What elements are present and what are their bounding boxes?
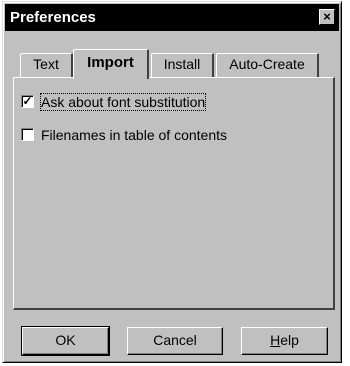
filenames-toc-label[interactable]: Filenames in table of contents <box>41 127 227 143</box>
preferences-dialog: Preferences × Text Import Install Auto-C… <box>2 1 342 363</box>
filenames-toc-checkbox[interactable] <box>21 128 34 141</box>
ok-button-label: OK <box>55 332 76 348</box>
tab-install[interactable]: Install <box>151 53 214 77</box>
close-icon: × <box>323 9 331 24</box>
close-button[interactable]: × <box>319 9 335 25</box>
help-button[interactable]: Help <box>241 327 328 355</box>
tab-import-label: Import <box>87 54 134 71</box>
title-bar[interactable]: Preferences × <box>5 4 339 31</box>
tab-import[interactable]: Import <box>73 49 149 79</box>
help-button-label: Help <box>270 332 299 348</box>
import-tab-panel <box>13 77 335 310</box>
font-substitution-label[interactable]: Ask about font substitution <box>39 93 207 111</box>
tab-auto-create[interactable]: Auto-Create <box>216 53 319 77</box>
checkmark-icon: ✓ <box>22 94 33 108</box>
ok-button[interactable]: OK <box>21 326 110 356</box>
window-title: Preferences <box>10 9 96 26</box>
tab-text-label: Text <box>33 56 59 72</box>
tab-install-label: Install <box>163 56 201 72</box>
tab-text[interactable]: Text <box>20 53 73 77</box>
cancel-button-label: Cancel <box>153 332 197 348</box>
tab-auto-create-label: Auto-Create <box>229 56 305 72</box>
font-substitution-checkbox[interactable]: ✓ <box>21 95 34 108</box>
cancel-button[interactable]: Cancel <box>127 327 223 355</box>
